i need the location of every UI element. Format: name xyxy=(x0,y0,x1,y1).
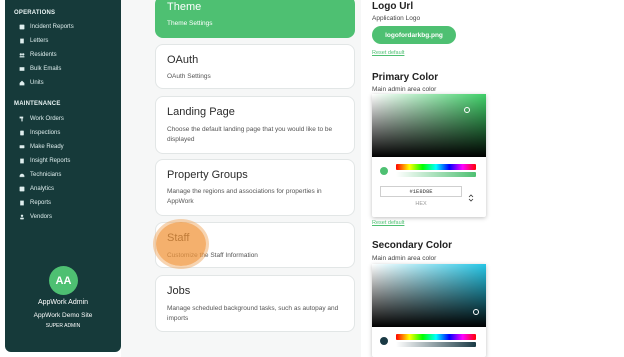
card-title: Property Groups xyxy=(167,169,248,181)
mail-icon xyxy=(19,66,25,71)
sidebar-item-label: Analytics xyxy=(30,185,55,192)
card-theme[interactable]: Theme Theme Settings xyxy=(155,0,355,38)
sidebar-item-incident-reports[interactable]: Incident Reports xyxy=(19,21,74,32)
home-icon xyxy=(19,80,25,85)
sidebar-item-technicians[interactable]: Technicians xyxy=(19,169,61,180)
paint-icon xyxy=(19,144,25,148)
sidebar-item-label: Reports xyxy=(30,199,52,206)
card-description: Choose the default landing page that you… xyxy=(167,126,333,143)
secondary-color-title: Secondary Color xyxy=(372,240,453,251)
card-title: Staff xyxy=(167,232,190,244)
card-description: Customize the Staff Information xyxy=(167,252,258,259)
alpha-slider[interactable] xyxy=(396,172,476,177)
file-icon xyxy=(20,158,24,163)
card-title: OAuth xyxy=(167,54,199,66)
hue-slider[interactable] xyxy=(396,164,476,170)
card-property-groups[interactable]: Property Groups Manage the regions and a… xyxy=(155,159,355,216)
secondary-color-picker[interactable] xyxy=(372,264,486,357)
card-staff[interactable]: Staff Customize the Staff Information xyxy=(155,222,355,268)
hex-label: HEX xyxy=(415,201,427,207)
sidebar-item-insight-reports[interactable]: Insight Reports xyxy=(19,155,70,166)
sidebar-item-label: Inspections xyxy=(30,129,61,136)
sidebar-item-label: Residents xyxy=(30,51,57,58)
hex-input[interactable]: #1E8D8E xyxy=(380,186,462,197)
letter-icon xyxy=(20,38,24,43)
card-title: Jobs xyxy=(167,285,191,297)
app-window: OPERATIONS Incident Reports Letters Resi… xyxy=(0,0,624,357)
sidebar-item-label: Work Orders xyxy=(30,115,64,122)
saturation-handle[interactable] xyxy=(464,107,470,113)
hue-slider[interactable] xyxy=(396,334,476,340)
sidebar-item-label: Incident Reports xyxy=(30,23,74,30)
sidebar-item-residents[interactable]: Residents xyxy=(19,49,57,60)
document-icon xyxy=(20,200,24,205)
alpha-slider[interactable] xyxy=(396,342,476,347)
secondary-swatch xyxy=(380,337,388,345)
card-description: OAuth Settings xyxy=(167,73,211,80)
hammer-icon xyxy=(19,116,24,121)
saturation-panel[interactable] xyxy=(372,264,486,327)
primary-swatch xyxy=(380,167,388,175)
sidebar-item-vendors[interactable]: Vendors xyxy=(19,211,52,222)
sidebar-item-work-orders[interactable]: Work Orders xyxy=(19,113,64,124)
format-toggle-icon[interactable] xyxy=(468,193,474,203)
primary-color-title: Primary Color xyxy=(372,72,439,83)
card-oauth[interactable]: OAuth OAuth Settings xyxy=(155,44,355,89)
sidebar-item-label: Technicians xyxy=(30,171,62,178)
sidebar-item-label: Insight Reports xyxy=(30,157,71,164)
card-title: Landing Page xyxy=(167,106,235,118)
sidebar-item-label: Bulk Emails xyxy=(30,65,62,72)
card-title: Theme xyxy=(167,1,202,13)
saturation-panel[interactable] xyxy=(372,94,486,157)
sidebar-item-analytics[interactable]: Analytics xyxy=(19,183,54,194)
primary-reset-link[interactable]: Reset default xyxy=(372,220,404,226)
card-description: Theme Settings xyxy=(167,20,213,27)
saturation-handle[interactable] xyxy=(473,309,479,315)
user-role: SUPER ADMIN xyxy=(45,323,81,329)
logo-title: Logo Url xyxy=(372,1,414,12)
sidebar-item-reports[interactable]: Reports xyxy=(19,197,51,208)
user-name: AppWork Admin xyxy=(37,299,89,306)
sidebar-item-inspections[interactable]: Inspections xyxy=(19,127,60,138)
card-description: Manage the regions and associations for … xyxy=(167,188,322,205)
sidebar-item-units[interactable]: Units xyxy=(19,77,44,88)
card-landing-page[interactable]: Landing Page Choose the default landing … xyxy=(155,96,355,154)
sidebar-item-letters[interactable]: Letters xyxy=(19,35,48,46)
sidebar-item-label: Vendors xyxy=(30,213,53,220)
section-title-operations: OPERATIONS xyxy=(14,10,56,16)
card-jobs[interactable]: Jobs Manage scheduled background tasks, … xyxy=(155,275,355,332)
site-name: AppWork Demo Site xyxy=(33,312,93,319)
primary-color-subtitle: Main admin area color xyxy=(372,86,437,93)
user-icon xyxy=(20,214,24,219)
secondary-color-subtitle: Main admin area color xyxy=(372,255,437,262)
sidebar-item-make-ready[interactable]: Make Ready xyxy=(19,141,64,152)
clipboard-icon xyxy=(20,130,24,135)
report-icon xyxy=(19,24,25,29)
section-title-maintenance: MAINTENANCE xyxy=(14,101,61,107)
sidebar: OPERATIONS Incident Reports Letters Resi… xyxy=(5,0,121,352)
sidebar-item-label: Make Ready xyxy=(30,143,64,150)
logo-reset-link[interactable]: Reset default xyxy=(372,50,404,56)
people-icon xyxy=(19,52,25,57)
avatar[interactable]: AA xyxy=(49,266,78,295)
settings-list: Theme Theme Settings OAuth OAuth Setting… xyxy=(121,0,361,357)
logo-file-button[interactable]: logofordarkbg.png xyxy=(372,26,456,44)
chart-icon xyxy=(19,186,25,191)
hardhat-icon xyxy=(19,173,25,177)
logo-subtitle: Application Logo xyxy=(372,15,421,22)
sidebar-item-label: Letters xyxy=(30,37,49,44)
primary-color-picker[interactable]: #1E8D8E HEX xyxy=(372,94,486,217)
settings-panel: Logo Url Application Logo logofordarkbg.… xyxy=(361,0,624,357)
card-description: Manage scheduled background tasks, such … xyxy=(167,305,339,322)
sidebar-item-bulk-emails[interactable]: Bulk Emails xyxy=(19,63,61,74)
sidebar-item-label: Units xyxy=(30,79,44,86)
